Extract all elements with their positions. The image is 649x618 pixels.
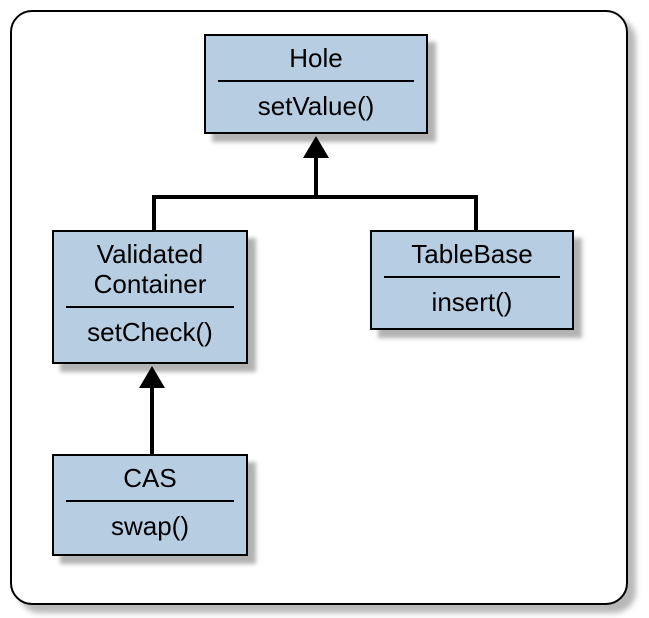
class-name: CAS bbox=[54, 456, 246, 500]
class-name: Hole bbox=[206, 36, 426, 80]
class-name-line: Container bbox=[94, 269, 207, 299]
arrowhead-up-icon bbox=[139, 366, 165, 388]
class-method: swap() bbox=[54, 502, 246, 552]
class-box-tablebase: TableBase insert() bbox=[370, 230, 574, 330]
class-box-validated-container: Validated Container setCheck() bbox=[52, 230, 248, 364]
class-box-cas: CAS swap() bbox=[52, 454, 248, 556]
arrowhead-up-icon bbox=[303, 136, 329, 158]
diagram-frame: Hole setValue() Validated Container setC… bbox=[10, 10, 628, 605]
class-method: setCheck() bbox=[54, 308, 246, 358]
class-name: TableBase bbox=[372, 232, 572, 276]
connector-vline bbox=[150, 387, 154, 455]
diagram-canvas: Hole setValue() Validated Container setC… bbox=[0, 0, 649, 618]
class-name: Validated Container bbox=[54, 232, 246, 306]
connector-vline bbox=[474, 195, 478, 231]
class-box-hole: Hole setValue() bbox=[204, 34, 428, 134]
class-method: insert() bbox=[372, 278, 572, 328]
class-method: setValue() bbox=[206, 82, 426, 132]
connector-vline bbox=[314, 157, 318, 197]
class-name-line: Validated bbox=[97, 239, 204, 269]
connector-vline bbox=[152, 195, 156, 231]
connector-hline bbox=[152, 195, 478, 199]
